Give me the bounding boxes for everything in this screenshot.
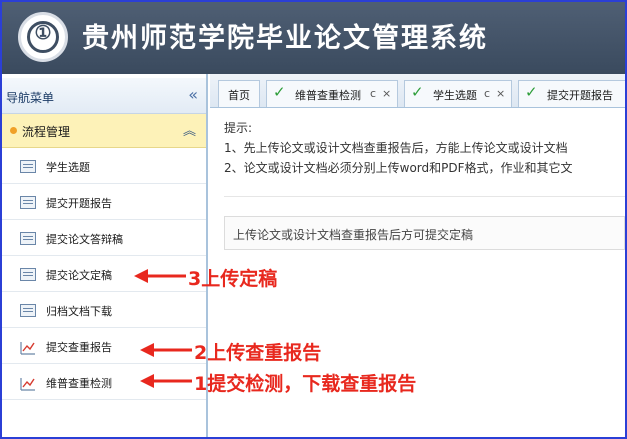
divider — [224, 196, 625, 197]
sidebar-item-archive-download[interactable]: 归档文档下载 — [2, 292, 206, 328]
upload-notice: 上传论文或设计文档查重报告后方可提交定稿 — [224, 216, 625, 250]
tab-proposal-report[interactable]: ✓ 提交开题报告 — [518, 80, 625, 107]
sidebar-item-label: 提交论文定稿 — [46, 269, 112, 282]
sidebar-header: 导航菜单 « — [2, 78, 206, 114]
tips-title: 提示: — [224, 121, 253, 135]
list-icon — [20, 268, 36, 281]
annotation-arrow-3 — [134, 269, 186, 283]
college-logo: ① — [18, 12, 68, 62]
sidebar-item-label: 归档文档下载 — [46, 305, 112, 318]
sidebar-group-label: 流程管理 — [22, 125, 71, 139]
double-chevron-up-icon[interactable]: ︽ — [183, 120, 196, 139]
tip-line-1: 1、先上传论文或设计文档查重报告后，方能上传论文或设计文档 — [224, 141, 568, 155]
annotation-upload-report: 2上传查重报告 — [194, 342, 322, 364]
app-header: ① 贵州师范学院毕业论文管理系统 — [2, 2, 625, 74]
group-bullet-icon — [10, 127, 17, 134]
close-icon[interactable]: × — [382, 87, 391, 100]
tab-vip-check[interactable]: ✓ 维普查重检测 c × — [266, 80, 398, 107]
check-icon: ✓ — [525, 83, 538, 101]
tab-topic-selection[interactable]: ✓ 学生选题 c × — [404, 80, 512, 107]
tab-home[interactable]: 首页 — [218, 80, 260, 107]
list-icon — [20, 160, 36, 173]
annotation-upload-final: 3上传定稿 — [188, 268, 278, 290]
sidebar-item-label: 学生选题 — [46, 161, 90, 174]
sidebar-item-proposal-report[interactable]: 提交开题报告 — [2, 184, 206, 220]
annotation-submit-check: 1提交检测，下载查重报告 — [194, 373, 417, 395]
tab-label: 首页 — [228, 89, 250, 102]
sidebar-item-label: 提交查重报告 — [46, 341, 112, 354]
check-icon: ✓ — [411, 83, 424, 101]
sidebar-item-label: 提交开题报告 — [46, 197, 112, 210]
refresh-icon[interactable]: c — [484, 87, 490, 100]
list-icon — [20, 304, 36, 317]
sidebar-item-defense-draft[interactable]: 提交论文答辩稿 — [2, 220, 206, 256]
sidebar-title: 导航菜单 — [6, 91, 55, 105]
sidebar-item-topic-selection[interactable]: 学生选题 — [2, 148, 206, 184]
list-icon — [20, 232, 36, 245]
sidebar-item-label: 提交论文答辩稿 — [46, 233, 123, 246]
collapse-sidebar-icon[interactable]: « — [188, 85, 198, 104]
refresh-icon[interactable]: c — [370, 87, 376, 100]
tips-block: 提示: 1、先上传论文或设计文档查重报告后，方能上传论文或设计文档 2、论文或设… — [224, 118, 624, 178]
annotation-arrow-2 — [140, 343, 192, 357]
app-title: 贵州师范学院毕业论文管理系统 — [82, 23, 488, 54]
annotation-arrow-1 — [140, 374, 192, 388]
check-icon: ✓ — [273, 83, 286, 101]
chart-icon — [20, 376, 36, 391]
tab-bar: 首页 ✓ 维普查重检测 c × ✓ 学生选题 c × ✓ 提交开题报告 — [210, 74, 625, 108]
tip-line-2: 2、论文或设计文档必须分别上传word和PDF格式，作业和其它文 — [224, 161, 573, 175]
tab-label: 提交开题报告 — [547, 89, 613, 102]
sidebar-item-label: 维普查重检测 — [46, 377, 112, 390]
list-icon — [20, 196, 36, 209]
tab-label: 学生选题 — [433, 89, 477, 102]
close-icon[interactable]: × — [496, 87, 505, 100]
chart-icon — [20, 340, 36, 355]
tab-label: 维普查重检测 — [295, 89, 361, 102]
sidebar-group-workflow[interactable]: 流程管理 ︽ — [2, 114, 206, 148]
notice-text: 上传论文或设计文档查重报告后方可提交定稿 — [233, 228, 474, 242]
logo-mark: ① — [34, 22, 52, 44]
